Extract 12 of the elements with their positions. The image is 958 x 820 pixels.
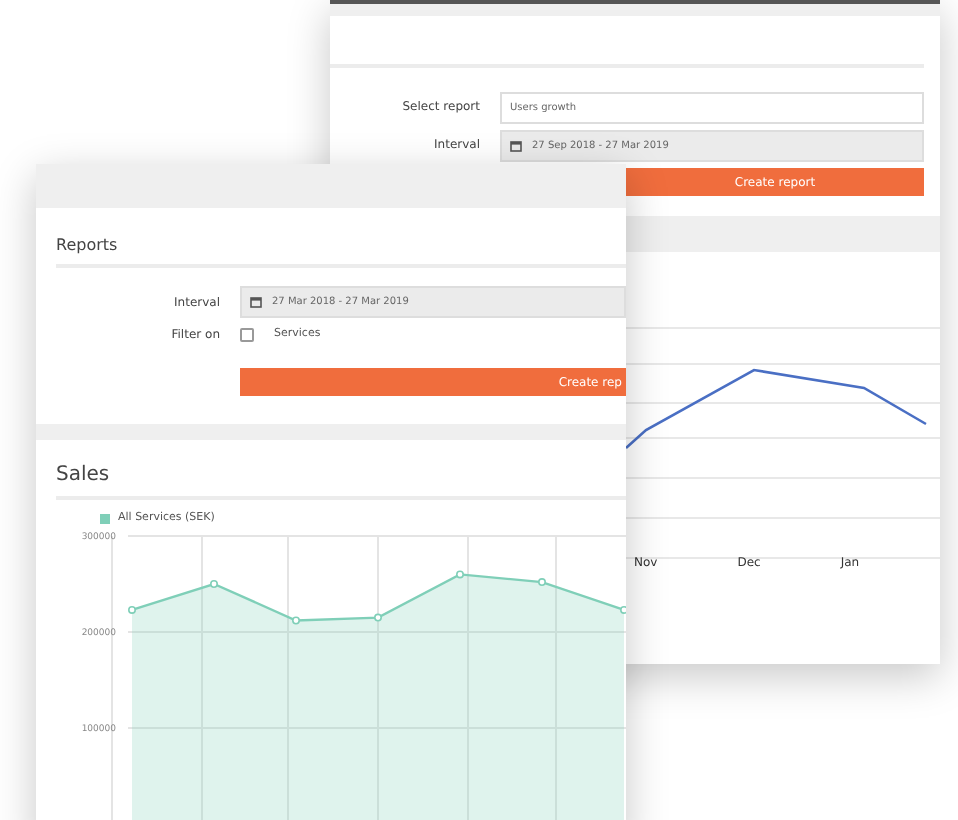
data-point [374,613,382,622]
data-point [456,570,464,579]
calendar-icon [250,296,262,308]
card-title: Sales [56,464,112,486]
data-point [128,605,136,614]
calendar-icon [510,139,522,151]
section-title: Reports [56,236,120,254]
data-point [210,580,218,588]
checkbox[interactable] [240,328,254,342]
data-point [292,616,300,625]
legend-swatch [100,513,110,523]
data-point [538,578,546,587]
